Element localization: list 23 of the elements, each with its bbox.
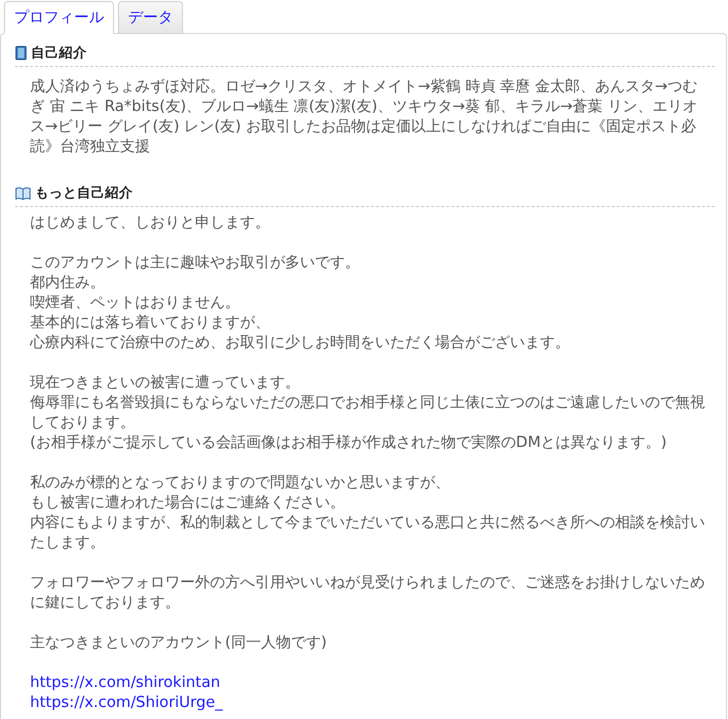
- profile-text: 喫煙者、ペットはおりません。: [30, 292, 241, 312]
- profile-text: このアカウントは主に趣味やお取引が多いです。: [30, 252, 361, 272]
- profile-link[interactable]: https://x.com/shirokintan: [30, 672, 220, 692]
- profile-text: フォロワーやフォロワー外の方へ引用やいいねが見受けられましたので、ご迷惑をお掛けしないために鍵にしております。: [30, 572, 706, 612]
- section-heading: もっと自己紹介: [35, 184, 133, 202]
- book-icon: [15, 46, 27, 60]
- profile-text: 内容にもよりますが、私的制裁として今までいただいている悪口と共に然るべき所への相談を検討いたします。: [30, 512, 706, 552]
- tab[interactable]: プロフィール: [4, 1, 114, 34]
- profile-text: 成人済ゆうちょみずほ対応。ロゼ→クリスタ、オトメイト→紫鶴 時貞 幸麿 金太郎、あんスタ→つむぎ 宙 ニキ Ra*bits(友)、ブルロ→蟻生 凛(友)潔(友)、ツキウタ→葵 郁、キラル→蒼葉 リン、エリオス→ビリー グレイ(友) レン(友) お取引したお品物は定価以上にしなければご自由に《固定ポスト必読》台湾独立支援: [30, 76, 699, 156]
- open-book-icon: [15, 186, 31, 200]
- profile-text: 都内住み。: [30, 272, 106, 292]
- profile-text: 侮辱罪にも名誉毀損にもならないただの悪口でお相手様と同じ土俵に立つのはご遠慮したいので無視しております。: [30, 392, 706, 432]
- profile-text: 私のみが標的となっておりますので問題ないかと思いますが、: [30, 472, 451, 492]
- profile-text: 現在つきまといの被害に遭っています。: [30, 372, 301, 392]
- profile-text: 心療内科にて治療中のため、お取引に少しお時間をいただく場合がございます。: [30, 332, 571, 352]
- tab[interactable]: データ: [118, 1, 183, 34]
- section-heading: 自己紹介: [31, 44, 87, 62]
- profile-text: (お相手様がご提示している会話画像はお相手様が作成された物で実際のDMとは異なります。): [30, 432, 668, 452]
- profile-text: もし被害に遭われた場合にはご連絡ください。: [30, 492, 346, 512]
- profile-link[interactable]: https://x.com/ShioriUrge_: [30, 692, 223, 712]
- profile-text: 基本的には落ち着いておりますが、: [30, 312, 271, 332]
- profile-text: はじめまして、しおりと申します。: [30, 212, 271, 232]
- profile-text: 主なつきまといのアカウント(同一人物です): [30, 632, 328, 652]
